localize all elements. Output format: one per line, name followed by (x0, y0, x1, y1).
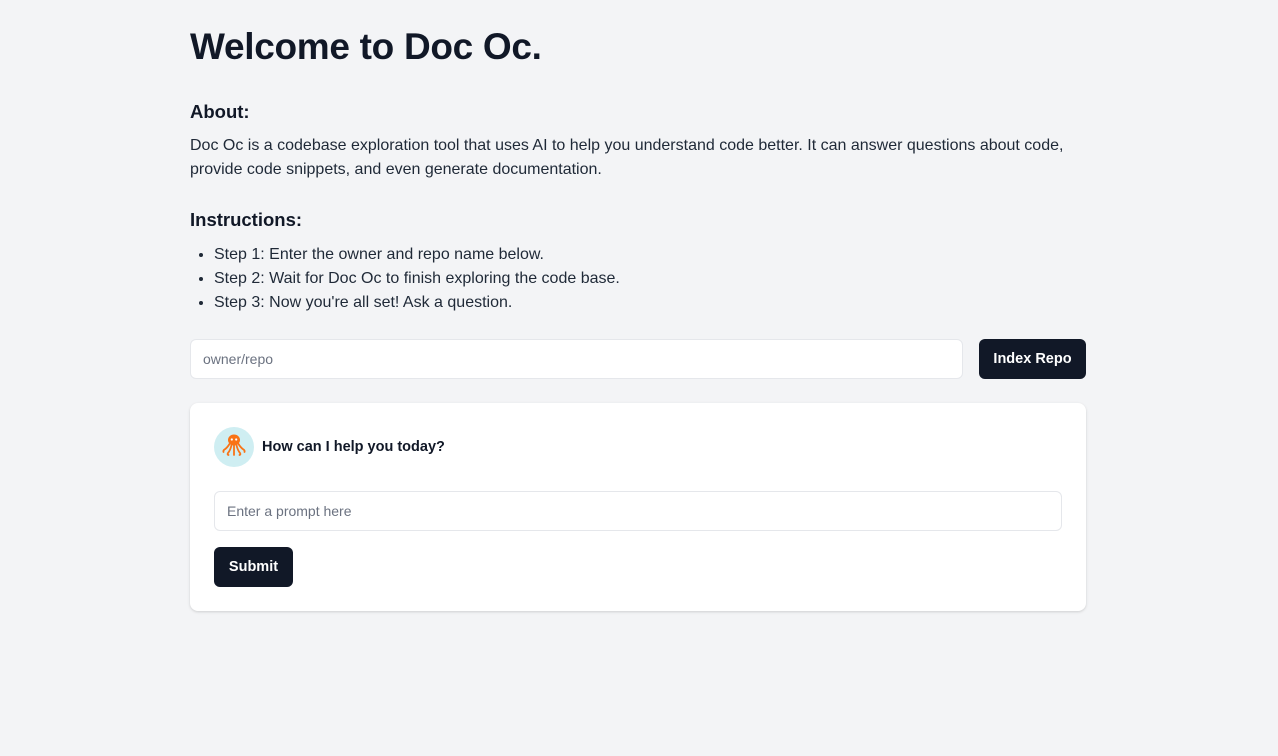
avatar (214, 427, 254, 467)
page-title: Welcome to Doc Oc. (190, 26, 542, 67)
greeting-text: How can I help you today? (262, 439, 445, 455)
greeting-row: How can I help you today? (214, 427, 1062, 467)
repo-input[interactable] (190, 339, 963, 379)
instruction-step-1: Step 1: Enter the owner and repo name be… (214, 243, 1086, 267)
instructions-list: Step 1: Enter the owner and repo name be… (190, 243, 1086, 315)
main-container: Welcome to Doc Oc. About: Doc Oc is a co… (190, 0, 1086, 611)
instructions-heading: Instructions: (190, 209, 303, 230)
about-text: Doc Oc is a codebase exploration tool th… (190, 137, 1064, 178)
about-heading: About: (190, 101, 250, 122)
instruction-step-2: Step 2: Wait for Doc Oc to finish explor… (214, 267, 1086, 291)
instruction-step-3: Step 3: Now you're all set! Ask a questi… (214, 291, 1086, 315)
submit-button[interactable]: Submit (214, 547, 293, 587)
chat-card: How can I help you today? Submit (190, 403, 1086, 611)
prompt-input[interactable] (214, 491, 1062, 531)
repo-form: Index Repo (190, 339, 1086, 379)
octopus-icon (221, 432, 247, 463)
index-repo-button[interactable]: Index Repo (979, 339, 1086, 379)
